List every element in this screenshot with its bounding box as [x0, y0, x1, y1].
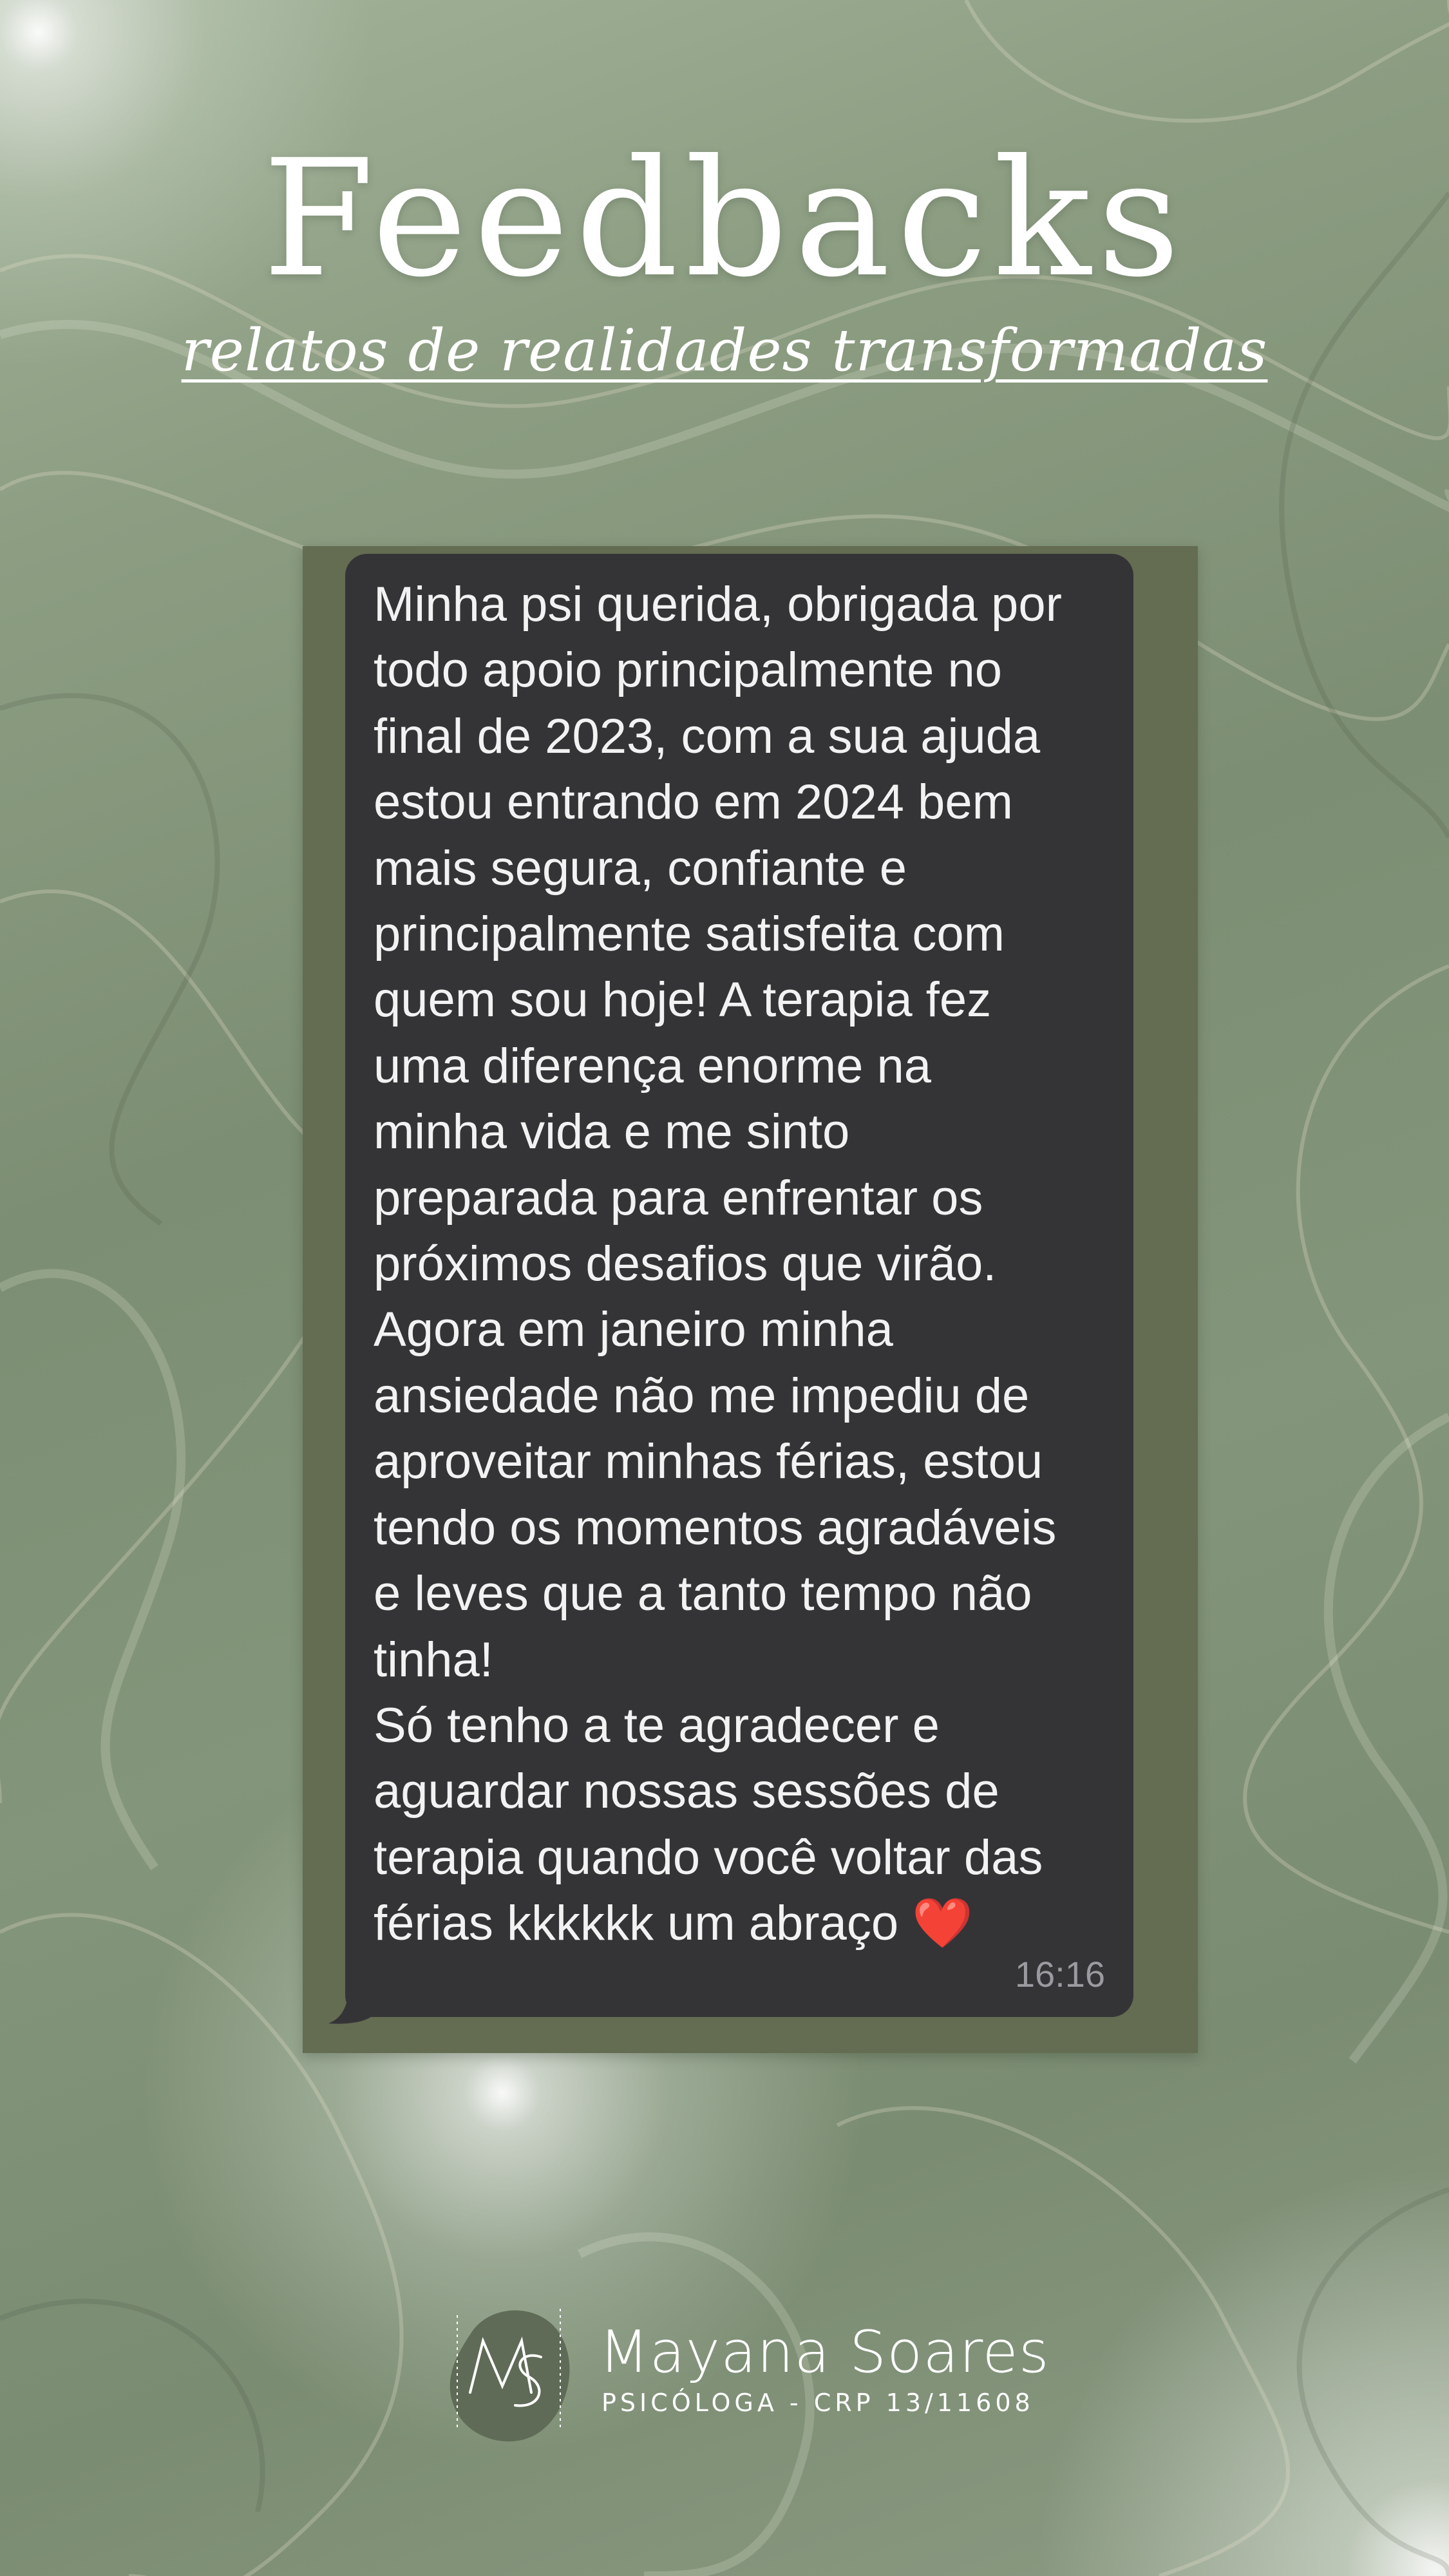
page-subtitle: relatos de realidades transformadas [181, 317, 1268, 384]
ms-monogram-logo [450, 2309, 570, 2442]
page-title: Feedbacks [262, 125, 1187, 312]
message-body: Minha psi querida, obrigada por todo apo… [374, 572, 1121, 1957]
brand-name: Mayana Soares [599, 2318, 1050, 2386]
chat-screenshot-frame: Minha psi querida, obrigada por todo apo… [303, 546, 1198, 2053]
message-text: Minha psi querida, obrigada por todo apo… [374, 577, 1062, 1951]
message-timestamp: 16:16 [1014, 1954, 1105, 1994]
message-bubble: Minha psi querida, obrigada por todo apo… [345, 554, 1133, 2017]
brand-footer: Mayana Soares PSICÓLOGA - CRP 13/11608 [444, 2296, 1088, 2444]
brand-credential: PSICÓLOGA - CRP 13/11608 [601, 2389, 1034, 2417]
header: Feedbacks relatos de realidades transfor… [0, 135, 1449, 386]
red-heart-icon: ❤️ [912, 1896, 973, 1951]
